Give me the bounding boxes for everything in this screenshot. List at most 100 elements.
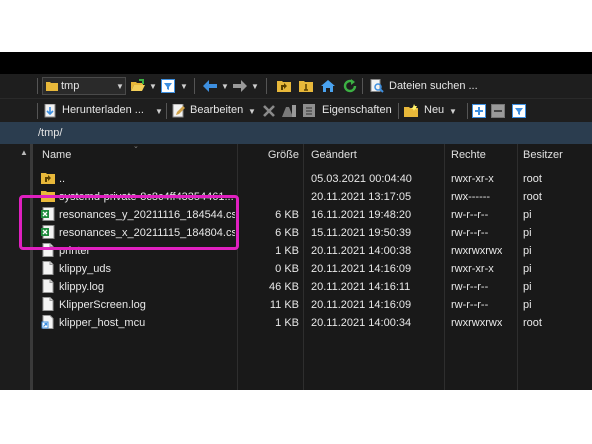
file-modified: 05.03.2021 00:04:40 (311, 173, 412, 185)
file-owner: root (523, 173, 542, 185)
file-size: 1 KB (275, 317, 299, 329)
file-rights: rwx------ (451, 191, 491, 203)
file-name: klippy_uds (59, 263, 111, 275)
chevron-down-icon[interactable]: ▼ (180, 82, 188, 92)
scroll-up-icon[interactable]: ▲ (20, 148, 28, 157)
actions-toolbar: Herunterladen ... ▼ Bearbeiten ▼ Eigensc… (0, 98, 592, 123)
file-name: .. (59, 173, 66, 185)
file-list: Name ⌄ Größe Geändert Rechte Besitzer ..… (33, 143, 592, 390)
column-header-rights[interactable]: Rechte (444, 144, 517, 168)
find-files-button[interactable]: Dateien suchen ... (368, 77, 486, 95)
refresh-icon[interactable] (343, 79, 357, 93)
filter-icon[interactable] (161, 79, 175, 93)
select-all-icon[interactable] (472, 104, 486, 118)
file-size: 6 KB (275, 227, 299, 239)
chevron-down-icon: ▼ (449, 107, 457, 116)
new-folder-icon (404, 104, 418, 117)
file-size: 6 KB (275, 209, 299, 221)
download-label: Herunterladen ... (62, 104, 144, 116)
chevron-down-icon: ▼ (248, 107, 256, 116)
file-name: KlipperScreen.log (59, 299, 146, 311)
new-button[interactable]: Neu ▼ (403, 102, 465, 120)
highlight-box (19, 195, 239, 250)
file-owner: pi (523, 263, 532, 275)
folder-dropdown[interactable]: tmp ▼ (42, 77, 126, 95)
delete-icon[interactable] (262, 104, 276, 118)
file-owner: pi (523, 227, 532, 239)
toolbar-grip (37, 103, 38, 119)
file-owner: pi (523, 209, 532, 221)
column-header-modified[interactable]: Geändert (303, 144, 444, 168)
table-row[interactable]: KlipperScreen.log 11 KB 20.11.2021 14:16:0… (33, 296, 592, 314)
properties-button[interactable]: Eigenschaften (302, 102, 396, 120)
folder-icon (46, 82, 58, 91)
home-icon[interactable] (321, 79, 335, 93)
column-header-size[interactable]: Größe (237, 144, 303, 168)
chevron-down-icon: ▼ (155, 107, 163, 116)
column-header-name[interactable]: Name ⌄ (33, 143, 237, 168)
table-row[interactable]: klipper_host_mcu 1 KB 20.11.2021 14:00:34 r… (33, 314, 592, 332)
file-size: 0 KB (275, 263, 299, 275)
rename-icon[interactable] (281, 104, 297, 118)
file-rights: rw-r--r-- (451, 299, 489, 311)
file-owner: pi (523, 245, 532, 257)
edit-label: Bearbeiten (190, 104, 244, 116)
file-rights: rwxrwxrwx (451, 317, 503, 329)
properties-label: Eigenschaften (322, 104, 392, 116)
filter-selection-icon[interactable] (512, 104, 526, 118)
new-label: Neu (424, 104, 445, 116)
unselect-icon[interactable] (491, 104, 505, 118)
file-rights: rw-r--r-- (451, 209, 489, 221)
file-modified: 15.11.2021 19:50:39 (311, 227, 412, 239)
chevron-down-icon[interactable]: ▼ (221, 82, 229, 92)
file-rights: rwxr-xr-x (451, 173, 494, 185)
current-path: /tmp/ (38, 127, 63, 139)
file-rights: rw-r--r-- (451, 281, 489, 293)
file-rights: rw-r--r-- (451, 227, 489, 239)
back-arrow-icon[interactable] (203, 80, 217, 92)
sort-indicator-icon: ⌄ (133, 143, 139, 150)
file-name: klippy.log (59, 281, 105, 293)
column-header-owner[interactable]: Besitzer (517, 144, 592, 168)
parent-folder-icon[interactable] (277, 79, 291, 93)
chevron-down-icon[interactable]: ▼ (149, 82, 157, 92)
path-bar[interactable]: /tmp/ (33, 122, 592, 144)
chevron-down-icon: ▼ (116, 82, 124, 91)
file-size: 11 KB (269, 299, 299, 311)
file-owner: root (523, 191, 542, 203)
file-rights: rwxrwxrwx (451, 245, 503, 257)
file-modified: 20.11.2021 14:00:38 (311, 245, 412, 257)
toolbar-grip (37, 78, 38, 94)
column-header-row: Name ⌄ Größe Geändert Rechte Besitzer (33, 143, 592, 168)
download-button[interactable]: Herunterladen ... ▼ (42, 102, 163, 120)
file-modified: 20.11.2021 14:16:11 (311, 281, 411, 293)
file-modified: 20.11.2021 13:17:05 (311, 191, 412, 203)
download-icon (44, 104, 56, 118)
folder-dropdown-value: tmp (61, 80, 80, 92)
file-owner: pi (523, 281, 532, 293)
table-row[interactable]: .. 05.03.2021 00:04:40 rwxr-xr-x root (33, 170, 592, 188)
table-row[interactable]: klippy_uds 0 KB 20.11.2021 14:16:09 rwxr-xr… (33, 260, 592, 278)
forward-arrow-icon[interactable] (233, 80, 247, 92)
shortcut-icon (41, 315, 55, 334)
edit-button[interactable]: Bearbeiten ▼ (170, 102, 258, 120)
file-modified: 20.11.2021 14:16:09 (311, 299, 412, 311)
file-modified: 20.11.2021 14:00:34 (311, 317, 412, 329)
edit-icon (172, 104, 185, 118)
root-folder-icon[interactable] (299, 79, 313, 93)
file-owner: pi (523, 299, 532, 311)
file-size: 46 KB (269, 281, 299, 293)
table-row[interactable]: klippy.log 46 KB 20.11.2021 14:16:11 rw-r--… (33, 278, 592, 296)
left-pane: ▲ (0, 122, 33, 390)
file-modified: 20.11.2021 14:16:09 (311, 263, 412, 275)
file-name: klipper_host_mcu (59, 317, 146, 329)
file-size: 1 KB (275, 245, 299, 257)
file-owner: root (523, 317, 542, 329)
folder-open-icon[interactable] (131, 79, 145, 93)
file-modified: 16.11.2021 19:48:20 (311, 209, 412, 221)
find-files-label: Dateien suchen ... (389, 80, 478, 92)
file-rights: rwxr-xr-x (451, 263, 494, 275)
find-files-icon (370, 79, 384, 93)
properties-icon (303, 104, 315, 117)
chevron-down-icon[interactable]: ▼ (251, 82, 259, 92)
